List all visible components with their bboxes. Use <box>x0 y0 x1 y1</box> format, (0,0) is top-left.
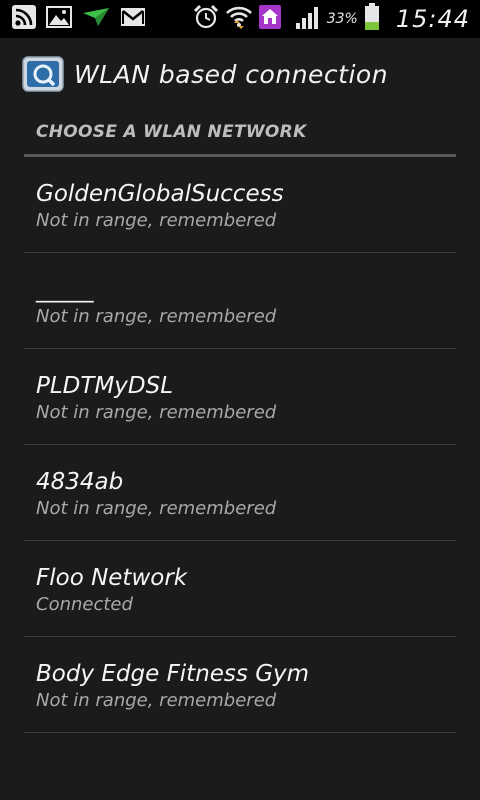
wifi-icon <box>225 4 253 34</box>
network-status: Not in range, remembered <box>36 210 277 231</box>
network-item-floo-network[interactable]: Floo Network Connected <box>24 541 456 637</box>
gmail-icon <box>120 7 146 31</box>
battery-icon <box>364 3 380 35</box>
network-name: _____ <box>36 277 94 303</box>
network-name: 4834ab <box>36 469 124 495</box>
network-name: Body Edge Fitness Gym <box>36 661 310 687</box>
network-item-4834ab[interactable]: 4834ab Not in range, remembered <box>24 445 456 541</box>
network-item-pldtmydsl[interactable]: PLDTMyDSL Not in range, remembered <box>24 349 456 445</box>
network-name: Floo Network <box>36 565 188 591</box>
battery-percent: 33% <box>326 11 358 27</box>
status-bar: 33% 15:44 <box>0 0 480 38</box>
section-header: CHOOSE A WLAN NETWORK <box>24 122 456 157</box>
network-status: Not in range, remembered <box>36 306 277 327</box>
network-item-goldenglobalsuccess[interactable]: GoldenGlobalSuccess Not in range, rememb… <box>24 157 456 253</box>
network-name: GoldenGlobalSuccess <box>36 181 284 207</box>
page-title: WLAN based connection <box>74 59 389 89</box>
signal-icon <box>295 5 321 33</box>
network-item-underscores[interactable]: _____ Not in range, remembered <box>24 253 456 349</box>
send-icon <box>82 6 110 32</box>
clock: 15:44 <box>395 5 470 33</box>
network-status: Not in range, remembered <box>36 498 277 519</box>
system-icons: 33% 15:44 <box>193 3 470 35</box>
rss-icon <box>12 5 36 33</box>
network-status: Not in range, remembered <box>36 690 277 711</box>
home-icon <box>258 5 281 33</box>
network-item-body-edge-fitness-gym[interactable]: Body Edge Fitness Gym Not in range, reme… <box>24 637 456 733</box>
network-status: Not in range, remembered <box>36 402 277 423</box>
notification-icons <box>12 5 146 33</box>
network-status: Connected <box>36 594 133 615</box>
screen: 33% 15:44 WLAN based connection CHOOSE A <box>0 0 480 800</box>
alarm-icon <box>193 4 219 34</box>
network-name: PLDTMyDSL <box>36 373 174 399</box>
gallery-icon <box>46 6 72 32</box>
network-list: GoldenGlobalSuccess Not in range, rememb… <box>24 157 456 733</box>
title-bar: WLAN based connection <box>0 38 480 110</box>
wlan-app-icon <box>22 56 64 92</box>
